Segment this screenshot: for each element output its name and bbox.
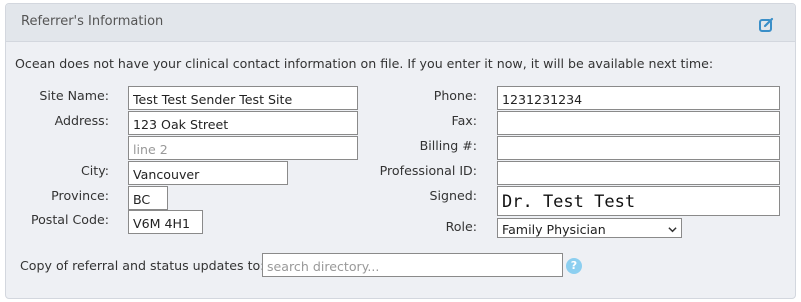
role-label: Role:	[445, 219, 477, 234]
role-select[interactable]: Family Physician	[497, 218, 682, 238]
copy-label: Copy of referral and status updates to:	[20, 258, 265, 273]
question-circle-icon[interactable]: ?	[566, 258, 582, 274]
chevron-down-icon	[668, 227, 677, 233]
panel-title: Referrer's Information	[21, 14, 164, 29]
intro-text: Ocean does not have your clinical contac…	[15, 56, 714, 71]
province-input[interactable]	[128, 186, 168, 210]
professional-id-input[interactable]	[497, 161, 780, 185]
city-label: City:	[80, 163, 109, 178]
address-line2-input[interactable]	[128, 136, 358, 160]
signature-field[interactable]: Dr. Test Test	[497, 186, 780, 216]
directory-search-input[interactable]	[262, 253, 563, 277]
phone-input[interactable]	[497, 86, 780, 110]
panel-header: Referrer's Information	[6, 4, 795, 42]
city-input[interactable]	[128, 161, 288, 185]
site-name-label: Site Name:	[39, 88, 109, 103]
site-name-input[interactable]	[128, 86, 358, 110]
professional-id-label: Professional ID:	[379, 163, 477, 178]
edit-icon[interactable]	[758, 17, 774, 33]
billing-input[interactable]	[497, 136, 780, 160]
role-select-value: Family Physician	[502, 222, 606, 237]
province-label: Province:	[51, 188, 109, 203]
address-label: Address:	[54, 113, 109, 128]
signed-label: Signed:	[429, 188, 477, 203]
postal-code-input[interactable]	[128, 210, 203, 234]
postal-code-label: Postal Code:	[30, 212, 109, 227]
billing-label: Billing #:	[419, 138, 477, 153]
address-line1-input[interactable]	[128, 111, 358, 135]
phone-label: Phone:	[433, 88, 477, 103]
fax-label: Fax:	[451, 113, 477, 128]
fax-input[interactable]	[497, 111, 780, 135]
